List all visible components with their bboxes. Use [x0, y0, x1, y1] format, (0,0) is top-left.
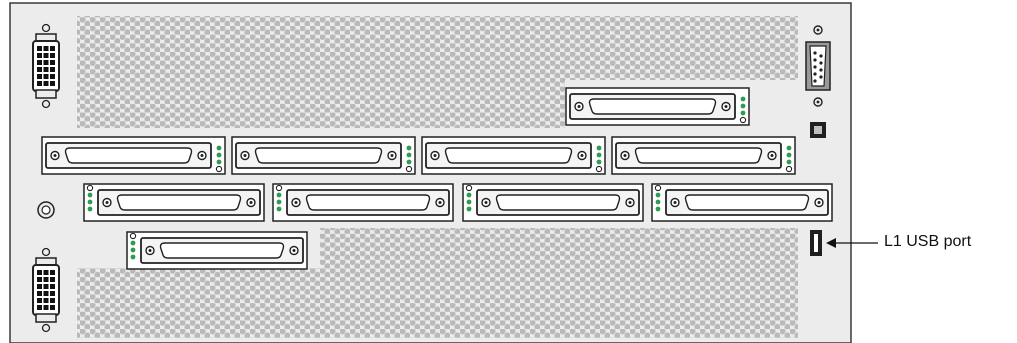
power-connector-top	[32, 23, 60, 109]
scsi-slot-1	[565, 87, 750, 126]
scsi-slot-3	[231, 136, 416, 175]
callout-arrow	[826, 238, 878, 248]
l1-usb-port	[810, 230, 822, 256]
scsi-slot-8	[462, 183, 644, 222]
power-connector-bottom	[32, 247, 60, 333]
square-indicator	[810, 122, 826, 138]
scsi-slot-9	[651, 183, 833, 222]
scsi-slot-7	[272, 183, 454, 222]
scsi-slot-2	[41, 136, 226, 175]
scsi-slot-6	[83, 183, 265, 222]
scsi-slot-10	[126, 231, 308, 270]
scsi-slot-4	[421, 136, 606, 175]
rear-panel-diagram	[9, 2, 878, 343]
l1-usb-port-label: L1 USB port	[884, 233, 972, 250]
round-button	[37, 201, 55, 219]
scsi-slot-5	[611, 136, 796, 175]
